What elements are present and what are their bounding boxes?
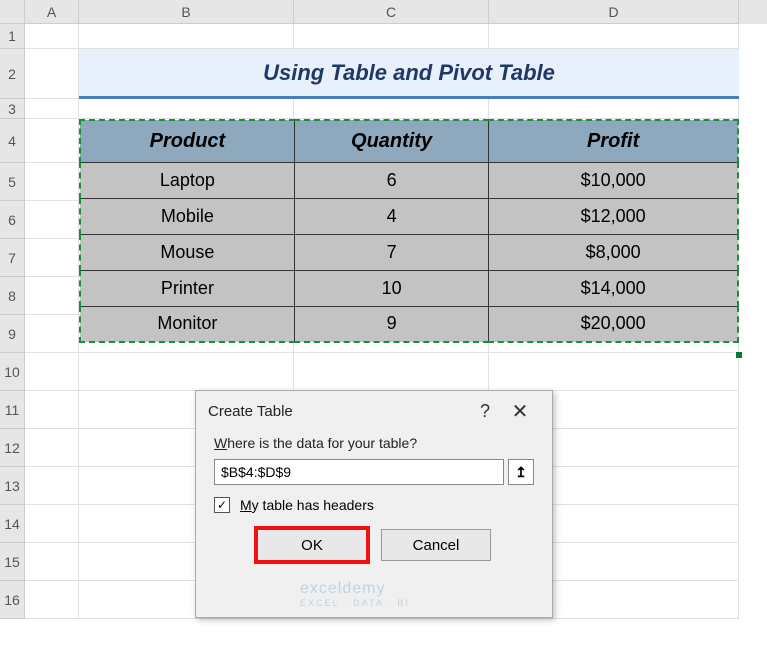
cancel-button[interactable]: Cancel — [381, 529, 491, 561]
create-table-dialog: Create Table ? ✕ Where is the data for y… — [195, 390, 553, 618]
dialog-titlebar[interactable]: Create Table ? ✕ — [196, 391, 552, 431]
cell-product[interactable]: Printer — [80, 270, 294, 306]
header-profit[interactable]: Profit — [489, 120, 738, 162]
row-header-13[interactable]: 13 — [0, 467, 25, 505]
cell-product[interactable]: Mouse — [80, 234, 294, 270]
row-header-12[interactable]: 12 — [0, 429, 25, 467]
row-header-10[interactable]: 10 — [0, 353, 25, 391]
cell-profit[interactable]: $12,000 — [489, 198, 738, 234]
column-header-row: A B C D — [0, 0, 767, 24]
table-row: Laptop 6 $10,000 — [80, 162, 738, 198]
select-all-corner[interactable] — [0, 0, 25, 24]
row-header-14[interactable]: 14 — [0, 505, 25, 543]
collapse-range-button[interactable]: ↥ — [508, 459, 534, 485]
headers-checkbox[interactable]: ✓ — [214, 497, 230, 513]
row-header-col: 1 2 3 4 5 6 7 8 9 10 11 12 13 14 15 16 — [0, 24, 25, 619]
header-quantity[interactable]: Quantity — [294, 120, 488, 162]
header-product[interactable]: Product — [80, 120, 294, 162]
row-header-1[interactable]: 1 — [0, 24, 25, 49]
close-button[interactable]: ✕ — [500, 399, 540, 424]
table-header-row: Product Quantity Profit — [80, 120, 738, 162]
row-header-3[interactable]: 3 — [0, 99, 25, 119]
table-row: Printer 10 $14,000 — [80, 270, 738, 306]
checkmark-icon: ✓ — [217, 498, 227, 512]
data-table-selection[interactable]: Product Quantity Profit Laptop 6 $10,000… — [79, 119, 739, 343]
col-header-C[interactable]: C — [294, 0, 489, 24]
cell-profit[interactable]: $10,000 — [489, 162, 738, 198]
cell-profit[interactable]: $8,000 — [489, 234, 738, 270]
row-header-5[interactable]: 5 — [0, 163, 25, 201]
headers-checkbox-label[interactable]: My table has headers — [240, 497, 374, 513]
col-header-D[interactable]: D — [489, 0, 739, 24]
cell-product[interactable]: Mobile — [80, 198, 294, 234]
dialog-title: Create Table — [208, 403, 470, 420]
range-picker-icon: ↥ — [515, 464, 527, 481]
cell-quantity[interactable]: 4 — [294, 198, 488, 234]
sheet-title-cell[interactable]: Using Table and Pivot Table — [79, 49, 739, 99]
row-header-6[interactable]: 6 — [0, 201, 25, 239]
cell-quantity[interactable]: 7 — [294, 234, 488, 270]
col-header-A[interactable]: A — [25, 0, 79, 24]
row-header-9[interactable]: 9 — [0, 315, 25, 353]
range-input[interactable] — [214, 459, 504, 485]
row-header-16[interactable]: 16 — [0, 581, 25, 619]
cell-quantity[interactable]: 9 — [294, 306, 488, 342]
table-row: Monitor 9 $20,000 — [80, 306, 738, 342]
cell-quantity[interactable]: 10 — [294, 270, 488, 306]
sheet-title: Using Table and Pivot Table — [263, 60, 555, 86]
row-header-11[interactable]: 11 — [0, 391, 25, 429]
cell-profit[interactable]: $14,000 — [489, 270, 738, 306]
selection-handle-icon[interactable] — [735, 351, 743, 359]
ok-button[interactable]: OK — [257, 529, 367, 561]
table-row: Mobile 4 $12,000 — [80, 198, 738, 234]
cell-product[interactable]: Monitor — [80, 306, 294, 342]
row-header-7[interactable]: 7 — [0, 239, 25, 277]
row-header-2[interactable]: 2 — [0, 49, 25, 99]
dialog-prompt: Where is the data for your table? — [214, 435, 534, 451]
table-row: Mouse 7 $8,000 — [80, 234, 738, 270]
cell-quantity[interactable]: 6 — [294, 162, 488, 198]
col-header-B[interactable]: B — [79, 0, 294, 24]
help-button[interactable]: ? — [470, 401, 500, 422]
cell-product[interactable]: Laptop — [80, 162, 294, 198]
row-header-8[interactable]: 8 — [0, 277, 25, 315]
row-header-4[interactable]: 4 — [0, 119, 25, 163]
row-header-15[interactable]: 15 — [0, 543, 25, 581]
cell-profit[interactable]: $20,000 — [489, 306, 738, 342]
